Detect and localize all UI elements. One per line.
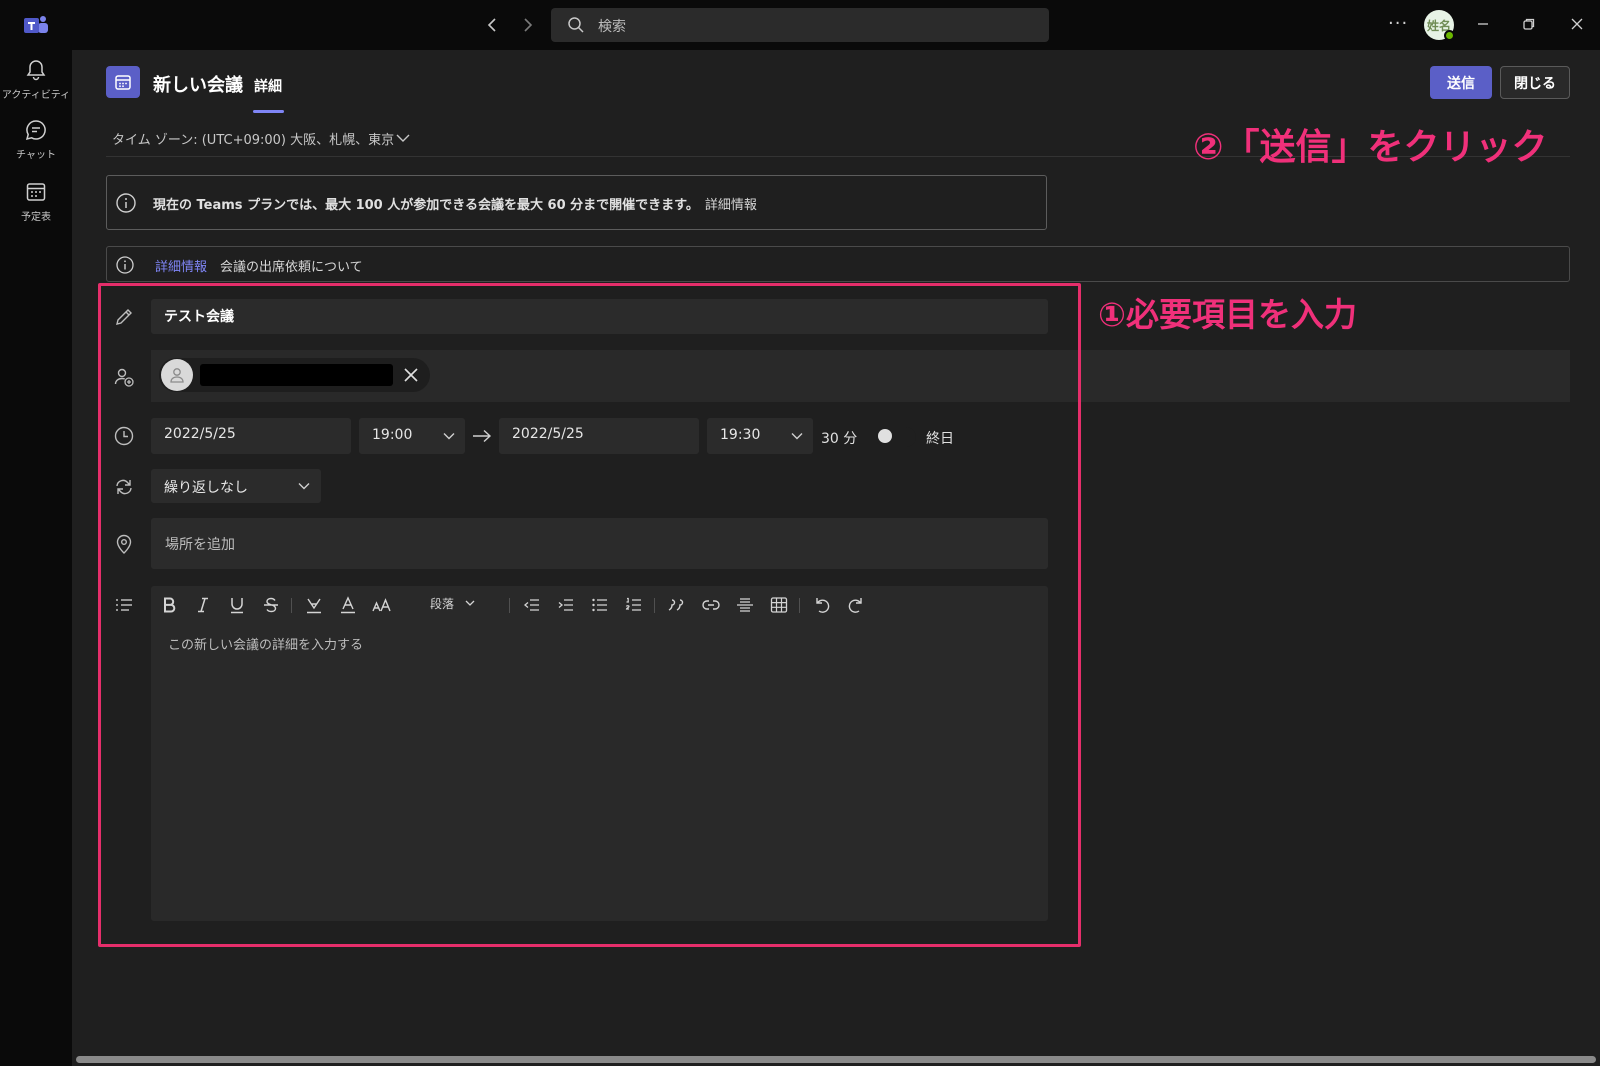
back-arrow-icon[interactable]	[484, 16, 502, 34]
timezone-selector[interactable]: タイム ゾーン: (UTC+09:00) 大阪、札幌、東京	[112, 129, 394, 148]
plan-notice: 現在の Teams プランでは、最大 100 人が参加できる会議を最大 60 分…	[153, 198, 699, 213]
search-placeholder: 検索	[598, 19, 626, 35]
rail-item-calendar[interactable]: 予定表	[0, 180, 72, 223]
minimize-icon[interactable]	[1474, 15, 1492, 33]
close-window-icon[interactable]	[1568, 15, 1586, 33]
search-icon	[567, 16, 585, 34]
attendance-details-link[interactable]: 詳細情報	[155, 256, 207, 275]
annotation-step2: ②「送信」をクリック	[1193, 127, 1548, 168]
more-options-button[interactable]: ···	[1388, 13, 1408, 34]
info-icon	[115, 255, 135, 275]
rail-label-chat: チャット	[16, 150, 56, 161]
close-button[interactable]: 閉じる	[1500, 66, 1570, 99]
send-button[interactable]: 送信	[1430, 66, 1492, 99]
teams-logo-icon[interactable]	[24, 14, 48, 36]
tab-details[interactable]: 詳細	[254, 76, 282, 96]
annotation-highlight-box	[98, 283, 1081, 947]
restore-icon[interactable]	[1520, 15, 1538, 33]
info-icon	[115, 192, 137, 214]
plan-info-banner: 現在の Teams プランでは、最大 100 人が参加できる会議を最大 60 分…	[106, 175, 1047, 230]
presence-status-icon	[1444, 30, 1455, 41]
calendar-icon	[26, 183, 46, 201]
annotation-step1: ①必要項目を入力	[1098, 295, 1357, 334]
attendance-text: 会議の出席依頼について	[220, 260, 363, 275]
search-input[interactable]: 検索	[551, 8, 1049, 42]
bell-icon	[26, 60, 46, 81]
rail-item-activity[interactable]: アクティビティ	[0, 58, 72, 101]
app-rail: アクティビティ チャット 予定表	[0, 50, 72, 1066]
plan-details-link[interactable]: 詳細情報	[705, 198, 757, 213]
chat-icon	[25, 120, 46, 141]
plan-info-text: 現在の Teams プランでは、最大 100 人が参加できる会議を最大 60 分…	[153, 194, 757, 213]
horizontal-scrollbar[interactable]	[76, 1056, 1596, 1063]
tab-active-indicator	[253, 110, 284, 113]
attendance-info-banner: 詳細情報 会議の出席依頼について	[106, 246, 1570, 282]
title-bar: 検索 ··· 姓名	[0, 0, 1600, 50]
rail-label-calendar: 予定表	[21, 212, 51, 223]
rail-label-activity: アクティビティ	[1, 90, 71, 101]
chevron-down-icon[interactable]	[395, 130, 411, 146]
forward-arrow-icon[interactable]	[518, 16, 536, 34]
page-title: 新しい会議	[153, 75, 243, 96]
rail-item-chat[interactable]: チャット	[0, 118, 72, 161]
meeting-calendar-icon	[106, 66, 140, 98]
